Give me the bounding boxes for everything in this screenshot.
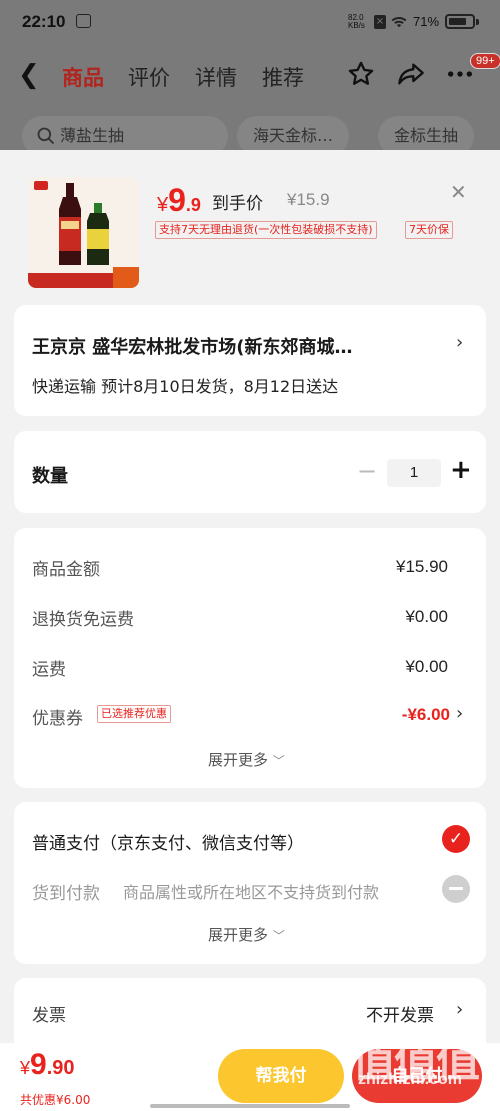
delivery-estimate: 快递运输 预计8月10日发货，8月12日送达 — [32, 377, 339, 396]
battery-icon — [445, 14, 475, 29]
tab-reviews[interactable]: 评价 — [128, 62, 170, 92]
tab-recommend[interactable]: 推荐 — [262, 62, 304, 92]
star-icon[interactable] — [347, 60, 375, 88]
expand-payment-button[interactable]: 展开更多 ﹀ — [208, 924, 285, 945]
back-arrow-icon[interactable]: ❮ — [18, 60, 40, 90]
chevron-right-icon: › — [456, 999, 464, 1020]
sim-off-icon: × — [374, 15, 386, 29]
return-policy-tag: 支持7天无理由退货(一次性包装破损不支持) — [155, 221, 377, 239]
tab-details[interactable]: 详情 — [195, 62, 237, 92]
help-me-pay-button[interactable]: 帮我付 — [218, 1049, 344, 1103]
net-speed: 82.0 KB/s — [348, 13, 365, 30]
expand-fees-button[interactable]: 展开更多 ﹀ — [208, 749, 285, 770]
soy-sauce-bottles-image — [28, 177, 139, 288]
total-price: ¥9.90 — [20, 1048, 75, 1081]
original-price: ¥15.9 — [287, 190, 330, 209]
fee-label: 退换货免运费 — [32, 610, 134, 630]
payment-normal-option[interactable]: 普通支付（京东支付、微信支付等） — [32, 829, 304, 854]
status-time: 22:10 — [22, 12, 66, 31]
status-bar: 22:10 82.0 KB/s × 71% — [0, 0, 500, 44]
decrease-button[interactable]: − — [357, 457, 377, 485]
chip-search-suggestion[interactable]: 薄盐生抽 — [22, 116, 228, 150]
disabled-option-icon — [442, 875, 470, 903]
chip-suggestion[interactable]: 金标生抽 — [378, 116, 475, 150]
pay-myself-button[interactable]: 自己付 — [352, 1049, 482, 1103]
notification-icon — [76, 14, 91, 28]
coupon-value[interactable]: -¥6.00 — [370, 705, 450, 725]
fee-label: 运费 — [32, 660, 66, 680]
payment-cod-desc: 商品属性或所在地区不支持货到付款 — [123, 883, 380, 902]
fee-value: ¥0.00 — [405, 657, 448, 676]
home-indicator — [150, 1104, 350, 1108]
chevron-right-icon[interactable]: › — [456, 703, 463, 724]
message-badge: 99+ — [470, 53, 500, 69]
address-card[interactable] — [14, 305, 486, 416]
search-chips: 薄盐生抽 海天金标… 金标生抽 — [0, 112, 500, 150]
deal-price-label: 到手价 — [212, 194, 263, 214]
checkmark-icon[interactable]: ✓ — [442, 825, 470, 853]
search-icon — [37, 127, 55, 145]
chevron-down-icon: ﹀ — [272, 929, 285, 943]
battery-percent: 71% — [413, 14, 440, 29]
increase-button[interactable]: + — [450, 455, 472, 485]
total-saved: 共优惠¥6.00 — [20, 1093, 91, 1107]
fee-value: ¥0.00 — [405, 607, 448, 626]
address-title: 王京京 盛华宏林批发市场(新东郊商城… — [32, 337, 353, 358]
quantity-label: 数量 — [32, 466, 68, 487]
wifi-icon — [391, 16, 407, 28]
quantity-input[interactable]: 1 — [387, 459, 441, 487]
price-protect-tag: 7天价保 — [405, 221, 453, 239]
deal-price: ¥9.9 — [157, 182, 201, 218]
product-image — [28, 177, 139, 288]
chevron-right-icon: › — [456, 332, 464, 353]
close-icon[interactable]: ✕ — [450, 180, 467, 204]
share-icon[interactable] — [397, 60, 425, 88]
chevron-down-icon: ﹀ — [272, 754, 285, 768]
coupon-label: 优惠券 — [32, 709, 83, 729]
chip-suggestion[interactable]: 海天金标… — [237, 116, 350, 150]
invoice-label: 发票 — [32, 1006, 66, 1026]
fee-value: ¥15.90 — [396, 557, 448, 576]
fee-label: 商品金额 — [32, 560, 100, 580]
payment-cod-label: 货到付款 — [32, 884, 100, 904]
coupon-tag: 已选推荐优惠 — [97, 705, 171, 723]
invoice-value: 不开发票 — [366, 1006, 434, 1026]
product-nav-bar: ❮ 商品 评价 详情 推荐 99+ — [0, 52, 500, 98]
tab-product[interactable]: 商品 — [62, 62, 104, 92]
